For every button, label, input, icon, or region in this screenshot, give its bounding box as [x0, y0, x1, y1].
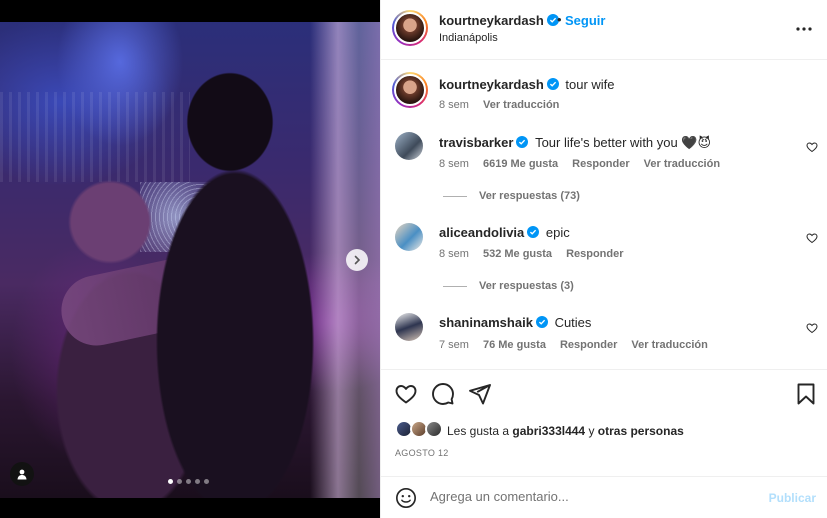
- header-separator: •: [557, 12, 562, 27]
- carousel-dot: [168, 479, 173, 484]
- comment-body: epic: [545, 225, 570, 240]
- reply-button[interactable]: Responder: [572, 158, 629, 170]
- likes-conjunction: y: [585, 424, 598, 438]
- likes-text: Les gusta a gabri333l444 y otras persona…: [447, 424, 684, 438]
- author-avatar[interactable]: [392, 10, 428, 46]
- comment-text: aliceandolivia epic: [439, 225, 570, 240]
- comment-time: 8 sem: [439, 248, 469, 260]
- comment-like-heart-icon[interactable]: [806, 141, 818, 153]
- commenter-avatar[interactable]: [395, 132, 423, 160]
- author-name[interactable]: kourtneykardash: [439, 13, 544, 28]
- comment-like-heart-icon[interactable]: [806, 232, 818, 244]
- caption-text: kourtneykardash tour wife: [439, 77, 615, 92]
- liker-avatar: [425, 420, 443, 438]
- publish-button[interactable]: Publicar: [769, 491, 816, 505]
- photo-person-right: [140, 52, 330, 498]
- replies-divider: [443, 195, 467, 197]
- comment-username[interactable]: aliceandolivia: [439, 225, 524, 240]
- post-panel: kourtneykardash • Seguir Indianápolis ko…: [380, 0, 827, 518]
- liker-username[interactable]: gabri333l444: [512, 424, 585, 438]
- replies-label[interactable]: Ver respuestas (3): [479, 280, 574, 292]
- reply-button[interactable]: Responder: [566, 248, 623, 260]
- bookmark-icon[interactable]: [794, 382, 818, 406]
- comment-icon[interactable]: [431, 382, 455, 406]
- replies-label[interactable]: Ver respuestas (73): [479, 190, 580, 202]
- add-comment-bar: Publicar: [381, 476, 827, 518]
- caption-meta: 8 sem Ver traducción: [439, 99, 573, 111]
- view-replies-button[interactable]: Ver respuestas (73): [443, 190, 580, 202]
- comment-likes[interactable]: 76 Me gusta: [483, 339, 546, 351]
- post-header: kourtneykardash • Seguir Indianápolis: [381, 0, 827, 60]
- comment-meta: 7 sem 76 Me gusta Responder Ver traducción: [439, 339, 722, 351]
- likes-prefix: Les gusta a: [447, 424, 513, 438]
- comment-meta: 8 sem 532 Me gusta Responder: [439, 248, 638, 260]
- post-photo[interactable]: [0, 22, 380, 498]
- comment-text: shaninamshaik Cuties: [439, 315, 591, 330]
- reply-button[interactable]: Responder: [560, 339, 617, 351]
- translate-link[interactable]: Ver traducción: [644, 158, 720, 170]
- likes-others-link[interactable]: otras personas: [598, 424, 684, 438]
- verified-badge-icon: [527, 226, 540, 238]
- translate-link[interactable]: Ver traducción: [631, 339, 707, 351]
- comments-list[interactable]: kourtneykardash tour wife 8 sem Ver tradu…: [381, 60, 827, 370]
- comment-time: 8 sem: [439, 158, 469, 170]
- comment-body: Cuties: [554, 315, 592, 330]
- commenter-avatar[interactable]: [395, 313, 423, 341]
- verified-badge-icon: [516, 136, 529, 148]
- comment-time: 7 sem: [439, 339, 469, 351]
- send-icon[interactable]: [468, 382, 492, 406]
- comment-meta: 8 sem 6619 Me gusta Responder Ver traducció…: [439, 158, 734, 170]
- carousel-dot: [177, 479, 182, 484]
- caption-translate-link[interactable]: Ver traducción: [483, 99, 559, 111]
- chevron-right-icon: [354, 255, 361, 265]
- replies-divider: [443, 285, 467, 287]
- commenter-avatar[interactable]: [395, 223, 423, 251]
- comment-input[interactable]: [430, 489, 760, 504]
- comment-body: Tour life's better with you 🖤😈: [535, 135, 712, 150]
- follow-button[interactable]: Seguir: [565, 13, 605, 28]
- more-horizontal-icon: [796, 27, 812, 31]
- likes-summary[interactable]: Les gusta a gabri333l444 y otras persona…: [381, 415, 827, 447]
- verified-badge-icon: [546, 78, 559, 90]
- caption-body: tour wife: [565, 77, 615, 92]
- comment-like-heart-icon[interactable]: [806, 322, 818, 334]
- tagged-users-button[interactable]: [10, 462, 34, 486]
- action-bar: [381, 371, 827, 415]
- comment-likes[interactable]: 532 Me gusta: [483, 248, 552, 260]
- view-replies-button[interactable]: Ver respuestas (3): [443, 280, 574, 292]
- comment-username[interactable]: shaninamshaik: [439, 315, 533, 330]
- comment-likes[interactable]: 6619 Me gusta: [483, 158, 558, 170]
- emoji-icon[interactable]: [395, 487, 417, 509]
- caption-time: 8 sem: [439, 99, 469, 111]
- carousel-dot: [186, 479, 191, 484]
- carousel-next-button[interactable]: [346, 249, 368, 271]
- caption-username[interactable]: kourtneykardash: [439, 77, 544, 92]
- comment-username[interactable]: travisbarker: [439, 135, 513, 150]
- post-date: AGOSTO 12: [395, 448, 449, 458]
- carousel-dot: [204, 479, 209, 484]
- author-username[interactable]: kourtneykardash: [439, 13, 559, 28]
- user-tag-icon: [17, 469, 27, 480]
- verified-badge-icon: [535, 316, 548, 328]
- post-location[interactable]: Indianápolis: [439, 32, 498, 44]
- carousel-indicator: [168, 479, 209, 484]
- comment-text: travisbarker Tour life's better with you…: [439, 135, 711, 151]
- carousel-dot: [195, 479, 200, 484]
- more-options-button[interactable]: [795, 20, 813, 38]
- heart-icon[interactable]: [394, 382, 418, 406]
- post-media[interactable]: [0, 0, 380, 518]
- caption-avatar[interactable]: [392, 72, 428, 108]
